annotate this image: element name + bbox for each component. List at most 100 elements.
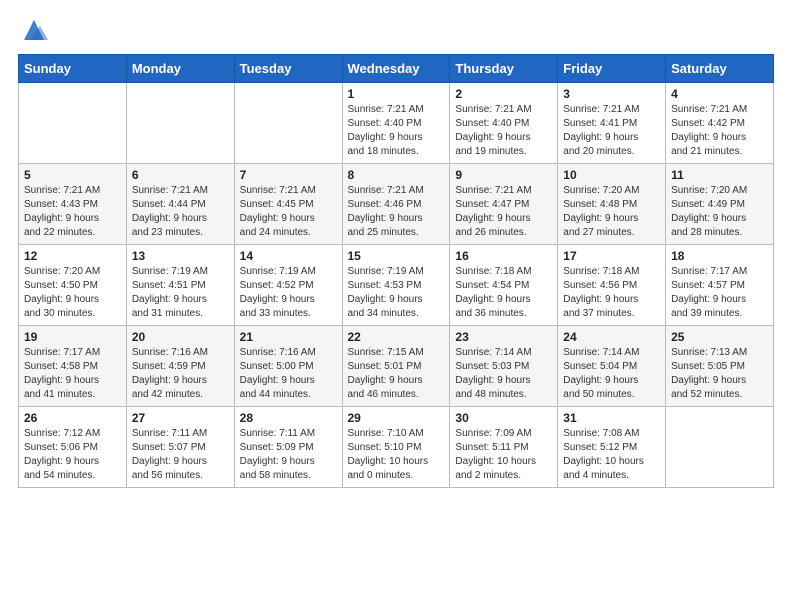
day-info: Sunrise: 7:21 AM Sunset: 4:44 PM Dayligh…: [132, 184, 229, 240]
day-info: Sunrise: 7:18 AM Sunset: 4:54 PM Dayligh…: [455, 265, 552, 321]
calendar-cell: 11 Sunrise: 7:20 AM Sunset: 4:49 PM Dayli…: [666, 164, 774, 245]
calendar-cell: 9Sunrise: 7:21 AM Sunset: 4:47 PM Daylig…: [450, 164, 558, 245]
calendar-cell: 3 Sunrise: 7:21 AM Sunset: 4:41 PM Daylig…: [558, 83, 666, 164]
day-info: Sunrise: 7:21 AM Sunset: 4:43 PM Dayligh…: [24, 184, 121, 240]
col-header-wednesday: Wednesday: [342, 55, 450, 83]
day-number: 18: [671, 249, 768, 263]
calendar-cell: 20Sunrise: 7:16 AM Sunset: 4:59 PM Dayli…: [126, 326, 234, 407]
calendar-week-row: 12 Sunrise: 7:20 AM Sunset: 4:50 PM Dayli…: [19, 245, 774, 326]
calendar-cell: 22 Sunrise: 7:15 AM Sunset: 5:01 PM Dayli…: [342, 326, 450, 407]
day-number: 19: [24, 330, 121, 344]
day-number: 28: [240, 411, 337, 425]
calendar-cell: 19 Sunrise: 7:17 AM Sunset: 4:58 PM Dayli…: [19, 326, 127, 407]
day-number: 16: [455, 249, 552, 263]
day-info: Sunrise: 7:20 AM Sunset: 4:49 PM Dayligh…: [671, 184, 768, 240]
day-number: 25: [671, 330, 768, 344]
calendar-week-row: 1 Sunrise: 7:21 AM Sunset: 4:40 PM Daylig…: [19, 83, 774, 164]
day-info: Sunrise: 7:13 AM Sunset: 5:05 PM Dayligh…: [671, 346, 768, 402]
day-info: Sunrise: 7:21 AM Sunset: 4:41 PM Dayligh…: [563, 103, 660, 159]
col-header-saturday: Saturday: [666, 55, 774, 83]
day-info: Sunrise: 7:16 AM Sunset: 4:59 PM Dayligh…: [132, 346, 229, 402]
day-number: 6: [132, 168, 229, 182]
calendar-cell: 15Sunrise: 7:19 AM Sunset: 4:53 PM Dayli…: [342, 245, 450, 326]
calendar-cell: 24 Sunrise: 7:14 AM Sunset: 5:04 PM Dayli…: [558, 326, 666, 407]
day-info: Sunrise: 7:21 AM Sunset: 4:40 PM Dayligh…: [348, 103, 445, 159]
day-number: 13: [132, 249, 229, 263]
calendar-cell: 21 Sunrise: 7:16 AM Sunset: 5:00 PM Dayli…: [234, 326, 342, 407]
calendar-cell: [666, 407, 774, 488]
day-info: Sunrise: 7:14 AM Sunset: 5:03 PM Dayligh…: [455, 346, 552, 402]
col-header-tuesday: Tuesday: [234, 55, 342, 83]
logo: [18, 18, 48, 44]
day-number: 10: [563, 168, 660, 182]
calendar-week-row: 19 Sunrise: 7:17 AM Sunset: 4:58 PM Dayli…: [19, 326, 774, 407]
calendar-cell: 13 Sunrise: 7:19 AM Sunset: 4:51 PM Dayli…: [126, 245, 234, 326]
day-info: Sunrise: 7:20 AM Sunset: 4:48 PM Dayligh…: [563, 184, 660, 240]
day-number: 2: [455, 87, 552, 101]
day-number: 9: [455, 168, 552, 182]
calendar-week-row: 5 Sunrise: 7:21 AM Sunset: 4:43 PM Daylig…: [19, 164, 774, 245]
day-number: 7: [240, 168, 337, 182]
page-header: [18, 18, 774, 44]
calendar-cell: 30 Sunrise: 7:09 AM Sunset: 5:11 PM Dayli…: [450, 407, 558, 488]
day-number: 31: [563, 411, 660, 425]
day-number: 11: [671, 168, 768, 182]
day-info: Sunrise: 7:16 AM Sunset: 5:00 PM Dayligh…: [240, 346, 337, 402]
calendar-table: SundayMondayTuesdayWednesdayThursdayFrid…: [18, 54, 774, 488]
day-number: 17: [563, 249, 660, 263]
day-info: Sunrise: 7:21 AM Sunset: 4:42 PM Dayligh…: [671, 103, 768, 159]
logo-icon: [20, 16, 48, 44]
calendar-cell: 16 Sunrise: 7:18 AM Sunset: 4:54 PM Dayli…: [450, 245, 558, 326]
day-info: Sunrise: 7:21 AM Sunset: 4:45 PM Dayligh…: [240, 184, 337, 240]
col-header-sunday: Sunday: [19, 55, 127, 83]
calendar-cell: 8 Sunrise: 7:21 AM Sunset: 4:46 PM Daylig…: [342, 164, 450, 245]
calendar-cell: 1 Sunrise: 7:21 AM Sunset: 4:40 PM Daylig…: [342, 83, 450, 164]
calendar-cell: 6 Sunrise: 7:21 AM Sunset: 4:44 PM Daylig…: [126, 164, 234, 245]
day-number: 4: [671, 87, 768, 101]
calendar-cell: 29 Sunrise: 7:10 AM Sunset: 5:10 PM Dayli…: [342, 407, 450, 488]
day-number: 30: [455, 411, 552, 425]
day-info: Sunrise: 7:19 AM Sunset: 4:52 PM Dayligh…: [240, 265, 337, 321]
calendar-cell: 10 Sunrise: 7:20 AM Sunset: 4:48 PM Dayli…: [558, 164, 666, 245]
day-number: 22: [348, 330, 445, 344]
day-number: 5: [24, 168, 121, 182]
calendar-week-row: 26 Sunrise: 7:12 AM Sunset: 5:06 PM Dayli…: [19, 407, 774, 488]
day-number: 21: [240, 330, 337, 344]
day-info: Sunrise: 7:12 AM Sunset: 5:06 PM Dayligh…: [24, 427, 121, 483]
calendar-cell: 5 Sunrise: 7:21 AM Sunset: 4:43 PM Daylig…: [19, 164, 127, 245]
day-info: Sunrise: 7:11 AM Sunset: 5:07 PM Dayligh…: [132, 427, 229, 483]
calendar-cell: 7 Sunrise: 7:21 AM Sunset: 4:45 PM Daylig…: [234, 164, 342, 245]
calendar-cell: [126, 83, 234, 164]
calendar-cell: 28Sunrise: 7:11 AM Sunset: 5:09 PM Dayli…: [234, 407, 342, 488]
day-number: 3: [563, 87, 660, 101]
day-info: Sunrise: 7:09 AM Sunset: 5:11 PM Dayligh…: [455, 427, 552, 483]
day-number: 29: [348, 411, 445, 425]
col-header-friday: Friday: [558, 55, 666, 83]
calendar-cell: 18Sunrise: 7:17 AM Sunset: 4:57 PM Dayli…: [666, 245, 774, 326]
day-info: Sunrise: 7:15 AM Sunset: 5:01 PM Dayligh…: [348, 346, 445, 402]
calendar-cell: 23Sunrise: 7:14 AM Sunset: 5:03 PM Dayli…: [450, 326, 558, 407]
day-info: Sunrise: 7:14 AM Sunset: 5:04 PM Dayligh…: [563, 346, 660, 402]
day-number: 15: [348, 249, 445, 263]
day-info: Sunrise: 7:21 AM Sunset: 4:40 PM Dayligh…: [455, 103, 552, 159]
day-info: Sunrise: 7:17 AM Sunset: 4:58 PM Dayligh…: [24, 346, 121, 402]
day-number: 8: [348, 168, 445, 182]
calendar-cell: 12 Sunrise: 7:20 AM Sunset: 4:50 PM Dayli…: [19, 245, 127, 326]
day-number: 12: [24, 249, 121, 263]
calendar-cell: 31Sunrise: 7:08 AM Sunset: 5:12 PM Dayli…: [558, 407, 666, 488]
day-info: Sunrise: 7:21 AM Sunset: 4:46 PM Dayligh…: [348, 184, 445, 240]
calendar-header-row: SundayMondayTuesdayWednesdayThursdayFrid…: [19, 55, 774, 83]
day-number: 1: [348, 87, 445, 101]
calendar-cell: [19, 83, 127, 164]
col-header-monday: Monday: [126, 55, 234, 83]
day-info: Sunrise: 7:20 AM Sunset: 4:50 PM Dayligh…: [24, 265, 121, 321]
day-info: Sunrise: 7:10 AM Sunset: 5:10 PM Dayligh…: [348, 427, 445, 483]
calendar-cell: 14Sunrise: 7:19 AM Sunset: 4:52 PM Dayli…: [234, 245, 342, 326]
day-number: 27: [132, 411, 229, 425]
calendar-cell: 17 Sunrise: 7:18 AM Sunset: 4:56 PM Dayli…: [558, 245, 666, 326]
calendar-cell: 27 Sunrise: 7:11 AM Sunset: 5:07 PM Dayli…: [126, 407, 234, 488]
day-info: Sunrise: 7:18 AM Sunset: 4:56 PM Dayligh…: [563, 265, 660, 321]
day-number: 26: [24, 411, 121, 425]
day-number: 24: [563, 330, 660, 344]
day-info: Sunrise: 7:19 AM Sunset: 4:51 PM Dayligh…: [132, 265, 229, 321]
